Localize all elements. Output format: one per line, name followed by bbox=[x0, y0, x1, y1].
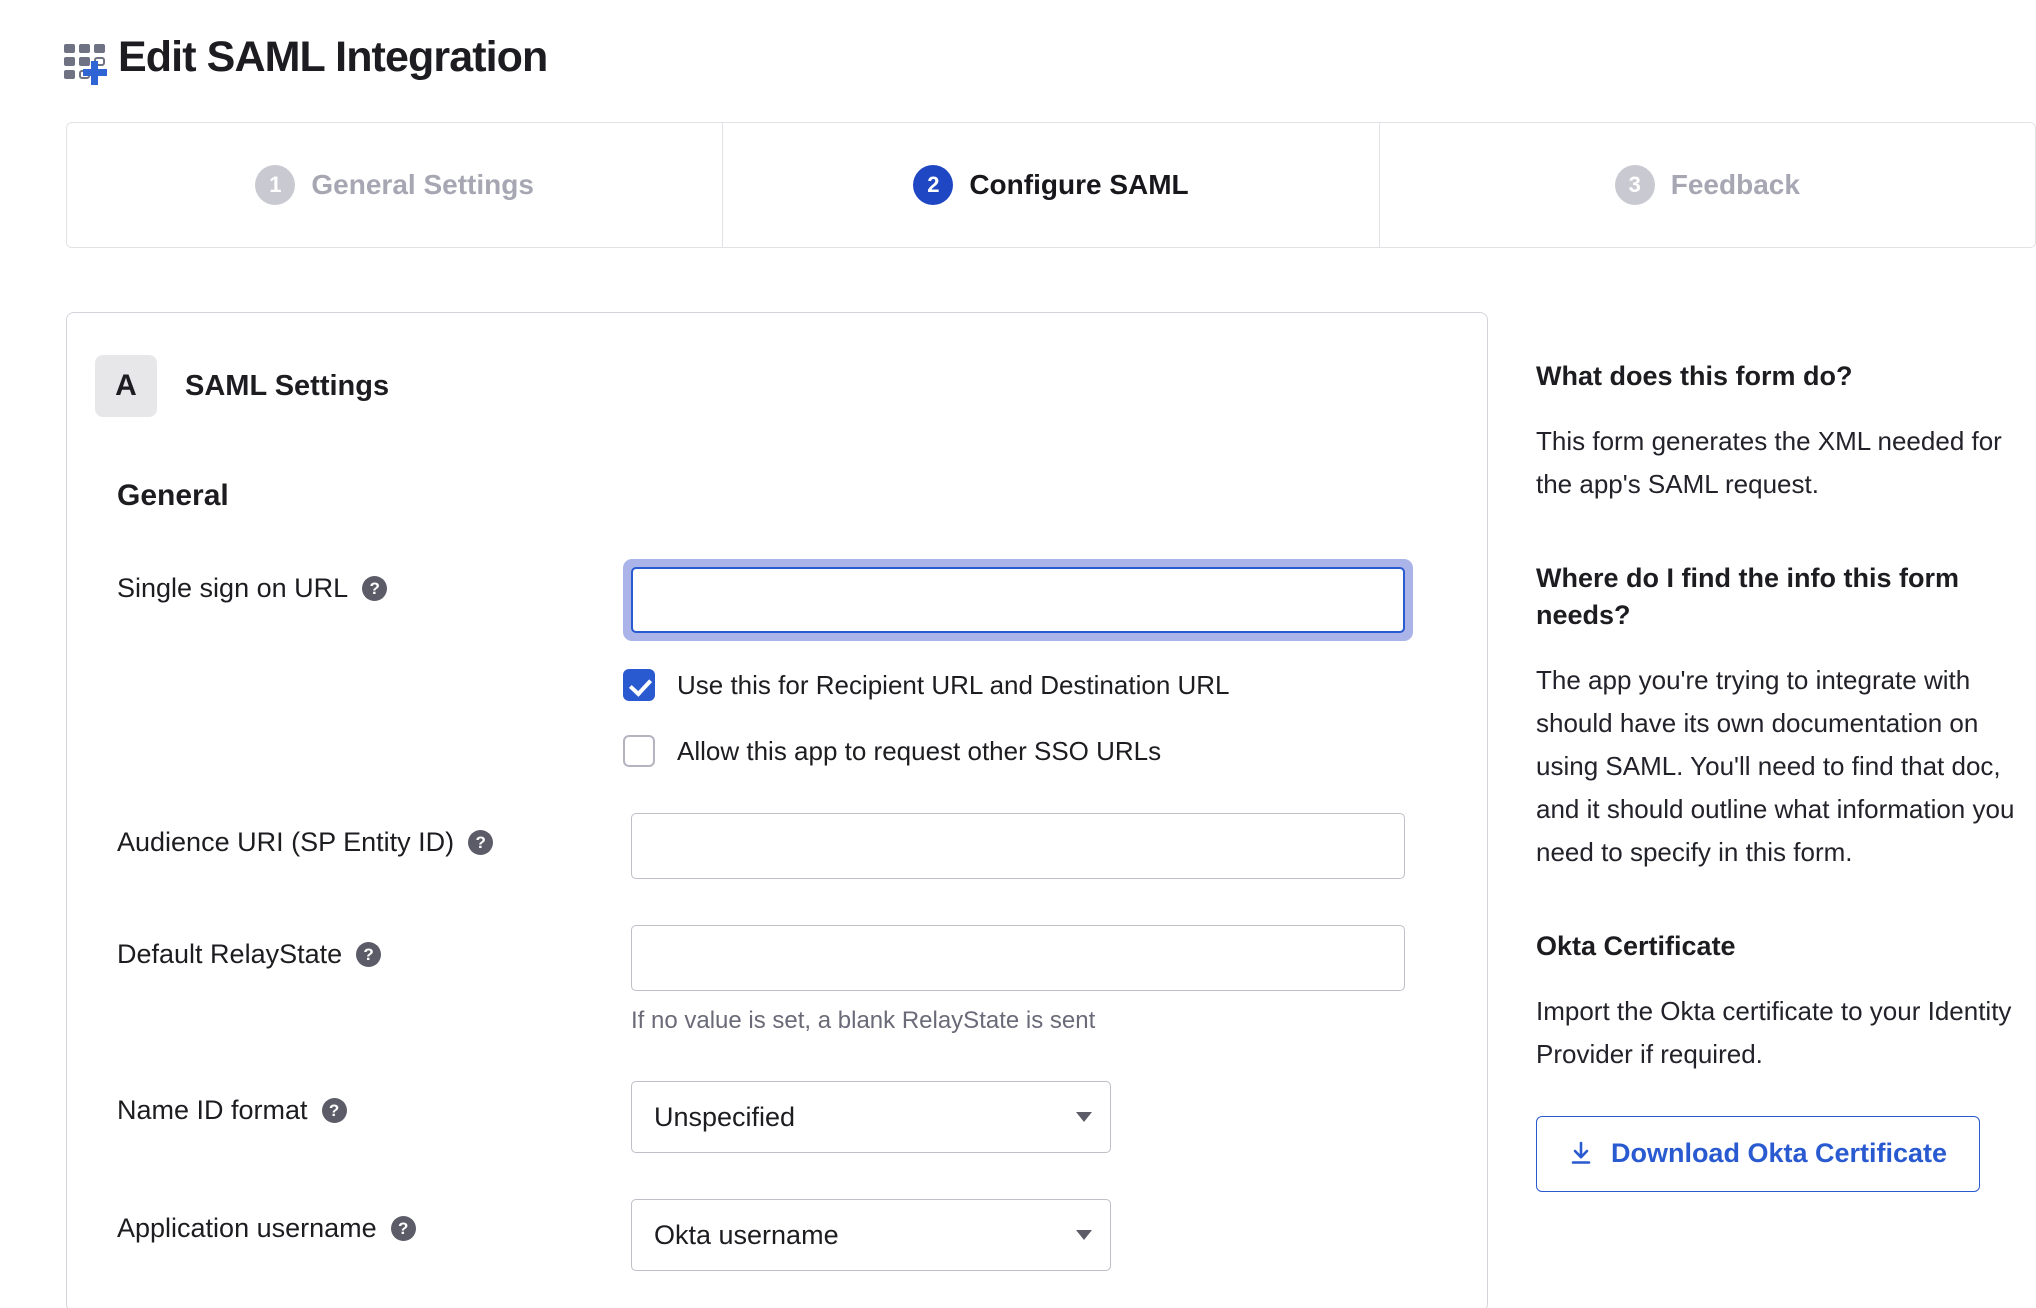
application-username-control-col: Okta username bbox=[623, 1199, 1487, 1271]
tab-label-feedback: Feedback bbox=[1670, 169, 1800, 200]
field-row-audience-uri: Audience URI (SP Entity ID) ? bbox=[67, 813, 1487, 879]
name-id-format-label: Name ID format bbox=[117, 1095, 308, 1125]
default-relaystate-input[interactable] bbox=[631, 925, 1405, 991]
body-wrap: A SAML Settings General Single sign on U… bbox=[66, 312, 2036, 1308]
default-relaystate-label-col: Default RelayState ? bbox=[117, 925, 623, 970]
help-icon-audience-uri[interactable]: ? bbox=[468, 830, 494, 855]
checkbox-label-recipient-url: Use this for Recipient URL and Destinati… bbox=[677, 669, 1230, 700]
sso-url-label: Single sign on URL bbox=[117, 573, 349, 603]
tab-label-general-settings: General Settings bbox=[311, 169, 534, 200]
checkbox-label-other-sso-urls: Allow this app to request other SSO URLs bbox=[677, 735, 1162, 766]
field-row-sso-url: Single sign on URL ? Use this for Recipi… bbox=[67, 559, 1487, 767]
section-letter-badge: A bbox=[95, 355, 157, 417]
help-icon-name-id-format[interactable]: ? bbox=[321, 1098, 347, 1123]
tab-configure-saml[interactable]: 2 Configure SAML bbox=[723, 123, 1380, 247]
name-id-format-control-col: Unspecified bbox=[623, 1081, 1487, 1153]
tab-general-settings[interactable]: 1 General Settings bbox=[67, 123, 724, 247]
name-id-format-selected-value: Unspecified bbox=[654, 1101, 796, 1132]
audience-uri-label: Audience URI (SP Entity ID) bbox=[117, 827, 455, 857]
download-icon bbox=[1571, 1141, 1591, 1164]
sso-url-focus-ring bbox=[623, 559, 1413, 641]
application-username-select[interactable]: Okta username bbox=[631, 1199, 1111, 1271]
download-okta-certificate-button[interactable]: Download Okta Certificate bbox=[1536, 1115, 1980, 1192]
saml-integration-page: Edit SAML Integration 1 General Settings… bbox=[0, 0, 2036, 1308]
audience-uri-input[interactable] bbox=[631, 813, 1405, 879]
stepper-tabs: 1 General Settings 2 Configure SAML 3 Fe… bbox=[66, 122, 2036, 248]
chevron-down-icon-name-id-format bbox=[1076, 1112, 1092, 1122]
sidebar-heading-where-find-info: Where do I find the info this form needs… bbox=[1536, 563, 1959, 630]
chevron-down-icon-application-username bbox=[1076, 1230, 1092, 1240]
name-id-format-select[interactable]: Unspecified bbox=[631, 1081, 1111, 1153]
checkbox-row-other-sso-urls[interactable]: Allow this app to request other SSO URLs bbox=[623, 735, 1487, 767]
saml-settings-card: A SAML Settings General Single sign on U… bbox=[66, 312, 1488, 1308]
sidebar-body-where-find-info: The app you're trying to integrate with … bbox=[1536, 665, 2015, 867]
application-username-label-col: Application username ? bbox=[117, 1199, 623, 1244]
section-header: A SAML Settings bbox=[67, 355, 1487, 417]
sso-url-label-col: Single sign on URL ? bbox=[117, 559, 623, 604]
application-username-label: Application username bbox=[117, 1213, 377, 1243]
tab-badge-3: 3 bbox=[1614, 165, 1655, 205]
checkbox-row-recipient-url[interactable]: Use this for Recipient URL and Destinati… bbox=[623, 669, 1487, 701]
group-title-general: General bbox=[117, 479, 229, 512]
page-header: Edit SAML Integration bbox=[0, 0, 2036, 92]
sso-url-control-col: Use this for Recipient URL and Destinati… bbox=[623, 559, 1487, 767]
tab-badge-2: 2 bbox=[913, 165, 954, 205]
tab-label-configure-saml: Configure SAML bbox=[969, 169, 1189, 200]
app-add-grid-icon bbox=[62, 34, 114, 86]
sidebar-heading-what-does-form-do: What does this form do? bbox=[1536, 361, 1853, 391]
default-relaystate-label: Default RelayState bbox=[117, 939, 343, 969]
download-okta-certificate-label: Download Okta Certificate bbox=[1610, 1138, 1948, 1169]
default-relaystate-helper-text: If no value is set, a blank RelayState i… bbox=[631, 1007, 1096, 1034]
default-relaystate-control-col: If no value is set, a blank RelayState i… bbox=[623, 925, 1487, 1035]
page-title: Edit SAML Integration bbox=[118, 32, 548, 81]
tab-feedback[interactable]: 3 Feedback bbox=[1379, 123, 2035, 247]
sso-url-input[interactable] bbox=[631, 567, 1405, 633]
name-id-format-label-col: Name ID format ? bbox=[117, 1081, 623, 1126]
sidebar-heading-okta-certificate: Okta Certificate bbox=[1536, 930, 1736, 961]
checkbox-recipient-url[interactable] bbox=[623, 669, 655, 701]
help-sidebar: What does this form do? This form genera… bbox=[1536, 312, 2036, 1192]
sidebar-body-okta-certificate: Import the Okta certificate to your Iden… bbox=[1536, 995, 2012, 1069]
help-icon-default-relaystate[interactable]: ? bbox=[356, 942, 382, 967]
checkbox-other-sso-urls[interactable] bbox=[623, 735, 655, 767]
audience-uri-label-col: Audience URI (SP Entity ID) ? bbox=[117, 813, 623, 858]
field-row-name-id-format: Name ID format ? Unspecified bbox=[67, 1081, 1487, 1153]
field-row-application-username: Application username ? Okta username bbox=[67, 1199, 1487, 1271]
help-icon-application-username[interactable]: ? bbox=[390, 1216, 416, 1241]
audience-uri-control-col bbox=[623, 813, 1487, 879]
field-row-default-relaystate: Default RelayState ? If no value is set,… bbox=[67, 925, 1487, 1035]
section-title: SAML Settings bbox=[185, 369, 390, 402]
tab-badge-1: 1 bbox=[255, 165, 296, 205]
sidebar-body-what-does-form-do: This form generates the XML needed for t… bbox=[1536, 426, 2002, 500]
help-icon-sso-url[interactable]: ? bbox=[362, 576, 388, 601]
application-username-selected-value: Okta username bbox=[654, 1219, 839, 1250]
